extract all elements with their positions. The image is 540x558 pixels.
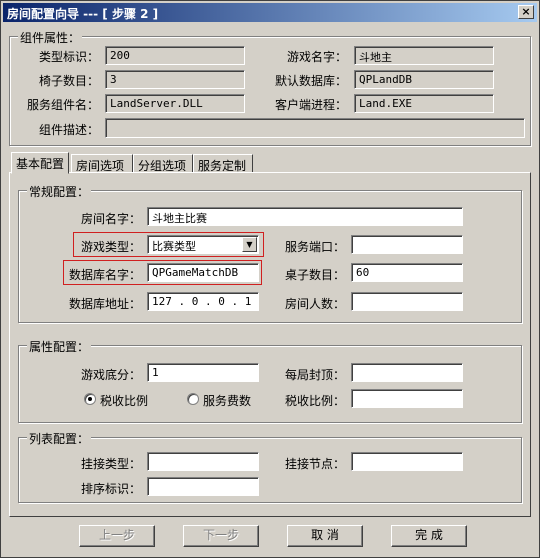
- window-title: 房间配置向导 --- [ 步骤 2 ]: [7, 7, 159, 21]
- base-score-label: 游戏底分：: [81, 368, 142, 382]
- component-desc-label: 组件描述：: [39, 123, 100, 137]
- tax-ratio-label: 税收比例：: [285, 394, 346, 408]
- service-component-field: LandServer.DLL: [105, 94, 245, 113]
- sort-id-input[interactable]: [147, 477, 259, 496]
- db-name-label: 数据库名字：: [69, 268, 142, 282]
- component-properties-legend: 组件属性：: [18, 29, 83, 46]
- mount-type-input[interactable]: [147, 452, 259, 471]
- room-people-label: 房间人数：: [285, 297, 346, 311]
- title-bar[interactable]: 房间配置向导 --- [ 步骤 2 ] ×: [3, 3, 537, 22]
- service-component-label: 服务组件名：: [27, 98, 100, 112]
- service-port-input[interactable]: [351, 235, 463, 254]
- chevron-down-icon[interactable]: ▼: [242, 237, 257, 252]
- db-address-label: 数据库地址：: [69, 297, 142, 311]
- default-db-label: 默认数据库：: [275, 74, 348, 88]
- max-per-round-input[interactable]: [351, 363, 463, 382]
- tab-basic-config[interactable]: 基本配置: [11, 152, 69, 174]
- room-name-label: 房间名字：: [81, 212, 142, 226]
- type-id-field: 200: [105, 46, 245, 65]
- client-process-label: 客户端进程：: [275, 98, 348, 112]
- radio-service-fee-label[interactable]: 服务费数: [203, 392, 251, 409]
- mount-node-label: 挂接节点：: [285, 457, 346, 471]
- game-name-label: 游戏名字：: [287, 50, 348, 64]
- close-button[interactable]: ×: [518, 5, 534, 19]
- radio-tax-ratio[interactable]: [84, 393, 96, 405]
- default-db-field: QPLandDB: [354, 70, 494, 89]
- game-type-selected: 比赛类型: [152, 240, 196, 253]
- radio-service-fee[interactable]: [187, 393, 199, 405]
- table-count-label: 桌子数目：: [285, 268, 346, 282]
- game-name-field: 斗地主: [354, 46, 494, 65]
- max-per-round-label: 每局封顶：: [285, 368, 346, 382]
- chair-count-label: 椅子数目：: [39, 74, 100, 88]
- room-name-input[interactable]: 斗地主比赛: [147, 207, 463, 226]
- mount-type-label: 挂接类型：: [81, 457, 142, 471]
- list-config-legend: 列表配置：: [27, 430, 92, 447]
- base-score-input[interactable]: 1: [147, 363, 259, 382]
- mount-node-input[interactable]: [351, 452, 463, 471]
- tab-group-options[interactable]: 分组选项: [133, 154, 193, 173]
- component-desc-field: [105, 118, 525, 138]
- client-process-field: Land.EXE: [354, 94, 494, 113]
- prev-step-button[interactable]: 上一步: [79, 525, 155, 547]
- next-step-button[interactable]: 下一步: [183, 525, 259, 547]
- chair-count-field: 3: [105, 70, 245, 89]
- game-type-label: 游戏类型：: [81, 240, 142, 254]
- tab-service-custom[interactable]: 服务定制: [193, 154, 253, 173]
- game-type-select[interactable]: 比赛类型 ▼: [147, 235, 259, 254]
- db-name-input[interactable]: QPGameMatchDB: [147, 263, 259, 282]
- room-config-wizard-window: 房间配置向导 --- [ 步骤 2 ] × 组件属性： 类型标识： 200 游戏…: [0, 0, 540, 558]
- cancel-button[interactable]: 取 消: [287, 525, 363, 547]
- attributes-config-legend: 属性配置：: [27, 338, 92, 355]
- finish-button[interactable]: 完 成: [391, 525, 467, 547]
- sort-id-label: 排序标识：: [81, 482, 142, 496]
- table-count-input[interactable]: 60: [351, 263, 463, 282]
- tab-room-options[interactable]: 房间选项: [71, 154, 133, 173]
- room-people-input[interactable]: [351, 292, 463, 311]
- type-id-label: 类型标识：: [39, 50, 100, 64]
- attributes-config-group: 属性配置：: [18, 338, 522, 423]
- service-port-label: 服务端口：: [285, 240, 346, 254]
- general-config-legend: 常规配置：: [27, 183, 92, 200]
- db-address-input[interactable]: 127 . 0 . 0 . 1: [147, 292, 259, 311]
- tax-ratio-input[interactable]: [351, 389, 463, 408]
- radio-tax-ratio-label[interactable]: 税收比例: [100, 392, 148, 409]
